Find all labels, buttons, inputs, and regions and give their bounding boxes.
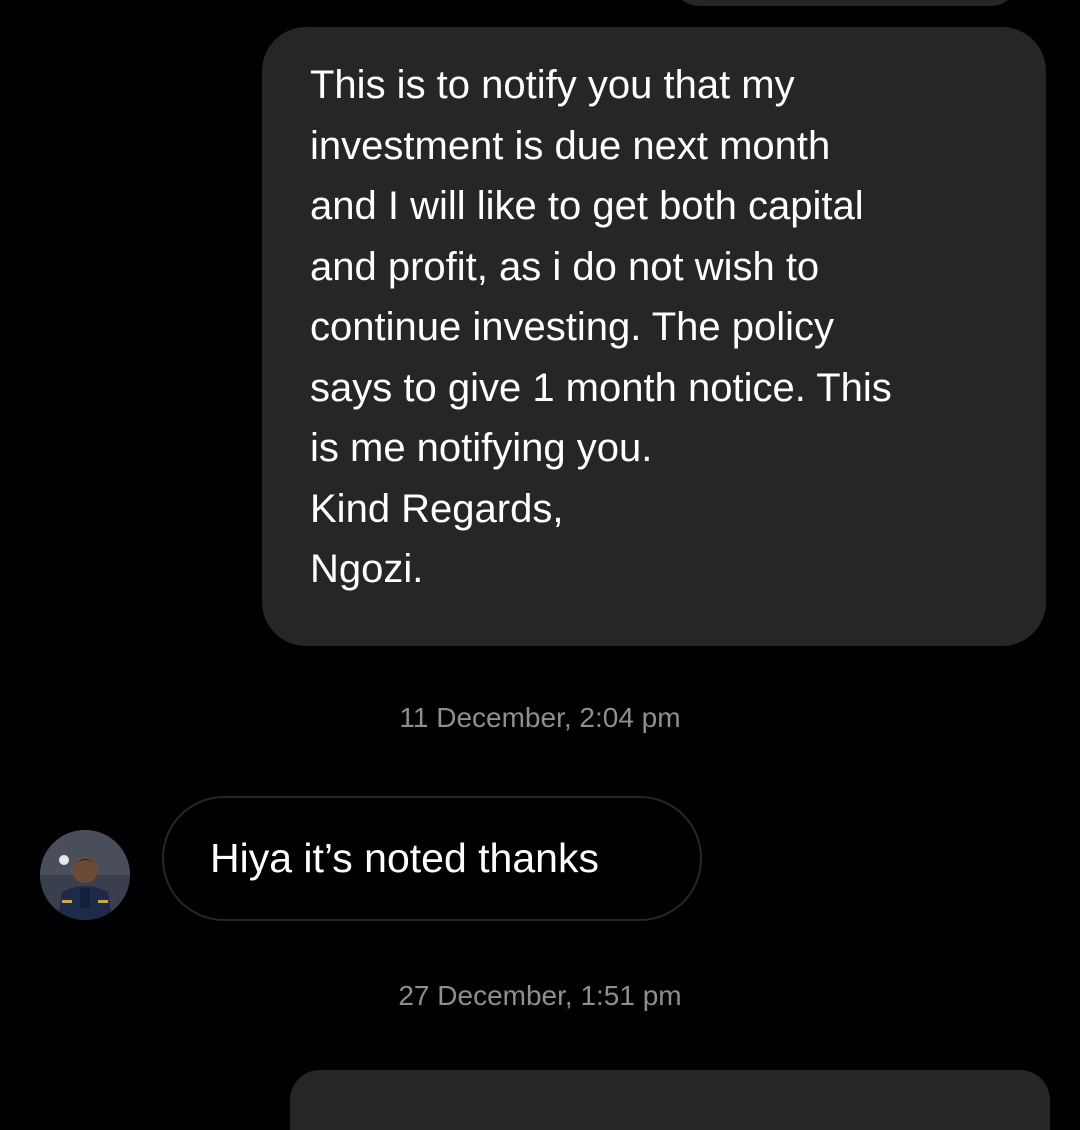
contact-avatar[interactable] [40, 830, 130, 920]
sent-message-text: This is to notify you that my investment… [310, 63, 892, 591]
next-sent-message-bubble[interactable] [290, 1070, 1050, 1130]
message-timestamp: 11 December, 2:04 pm [399, 702, 681, 733]
received-message-bubble[interactable]: Hiya it’s noted thanks [162, 796, 702, 921]
profile-photo-icon [40, 830, 130, 920]
message-timestamp: 27 December, 1:51 pm [398, 980, 682, 1011]
sent-message-bubble[interactable]: This is to notify you that my investment… [262, 27, 1046, 646]
previous-sent-message-bubble[interactable] [670, 0, 1020, 6]
received-message-text: Hiya it’s noted thanks [210, 835, 599, 881]
